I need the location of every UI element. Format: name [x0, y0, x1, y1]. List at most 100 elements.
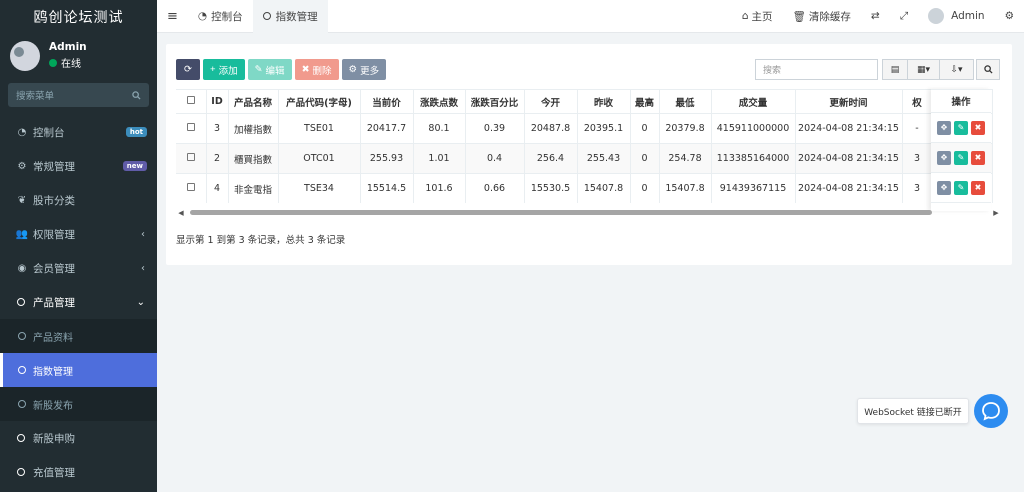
scroll-left-icon[interactable]: ◀	[176, 209, 186, 217]
row-delete-button[interactable]: ✖	[971, 120, 985, 135]
cell: 15407.8	[659, 173, 712, 203]
circle-icon	[17, 298, 25, 306]
clear-cache-button[interactable]: 🗑 清除缓存	[783, 0, 861, 33]
cell: 0	[630, 143, 660, 174]
drag-sort-button[interactable]: ✥	[937, 180, 951, 195]
cell: 3	[206, 113, 229, 144]
drag-sort-button[interactable]: ✥	[937, 150, 951, 165]
fullscreen-button[interactable]: ⤢	[890, 0, 918, 33]
col-header[interactable]: 涨跌百分比	[465, 89, 525, 114]
cell: 4	[206, 173, 229, 203]
settings-button[interactable]: ⚙	[995, 0, 1024, 33]
col-header[interactable]: 成交量	[711, 89, 796, 114]
sidebar-item-members[interactable]: ◉ 会员管理 ‹	[0, 251, 157, 285]
scroll-right-icon[interactable]: ▶	[991, 209, 1001, 217]
sidebar-subitem-index-management[interactable]: 指数管理	[0, 353, 157, 387]
dashboard-icon: ◔	[197, 10, 208, 22]
tab-index-management[interactable]: 指数管理	[252, 0, 328, 33]
table-search-input[interactable]: 搜索	[755, 59, 878, 80]
tab-label: 指数管理	[275, 10, 318, 23]
refresh-icon: ⟳	[184, 64, 192, 75]
toggle-view-button[interactable]: ▤	[882, 59, 908, 80]
sidebar-item-recharge[interactable]: 充值管理	[0, 455, 157, 489]
pagination-info: 显示第 1 到第 3 条记录，总共 3 条记录	[176, 235, 346, 246]
online-dot-icon	[49, 58, 57, 67]
col-header[interactable]: 昨收	[577, 89, 631, 114]
scroll-thumb[interactable]	[190, 210, 932, 215]
menu-toggle-button[interactable]: ≡	[157, 0, 188, 33]
col-header[interactable]: 今开	[524, 89, 578, 114]
delete-button[interactable]: ✖ 删除	[294, 59, 339, 80]
websocket-status: WebSocket 链接已断开	[857, 398, 969, 424]
sidebar-subitem-ipo-release[interactable]: 新股发布	[0, 387, 157, 421]
drag-sort-button[interactable]: ✥	[937, 120, 951, 135]
cell: 113385164000	[711, 143, 796, 174]
table-row[interactable]: 3 加權指數 TSE01 20417.7 80.1 0.39 20487.8 2…	[176, 113, 993, 144]
horizontal-scrollbar[interactable]: ◀ ▶	[176, 208, 1001, 217]
row-checkbox[interactable]	[176, 173, 207, 203]
trash-icon: ✖	[974, 183, 982, 192]
col-header[interactable]: 产品名称	[228, 89, 279, 114]
col-header[interactable]: 最高	[630, 89, 660, 114]
products-submenu: 产品资料 指数管理 新股发布	[0, 319, 157, 421]
trash-icon: ✖	[974, 123, 982, 132]
col-header[interactable]: 更新时间	[795, 89, 903, 114]
language-button[interactable]: ⇄	[861, 0, 890, 33]
row-checkbox[interactable]	[176, 113, 207, 144]
sidebar-item-dashboard[interactable]: ◔ 控制台 hot	[0, 115, 157, 149]
table-row[interactable]: 4 非金電指 TSE34 15514.5 101.6 0.66 15530.5 …	[176, 173, 993, 203]
trash-icon: 🗑	[792, 10, 806, 23]
home-link[interactable]: ⌂ 主页	[732, 0, 783, 33]
row-edit-button[interactable]: ✎	[954, 150, 968, 165]
columns-button[interactable]: ▦▾	[908, 59, 940, 80]
cell: 0	[630, 173, 660, 203]
sidebar-item-general[interactable]: ⚙ 常规管理 new	[0, 149, 157, 183]
row-delete-button[interactable]: ✖	[971, 150, 985, 165]
row-edit-button[interactable]: ✎	[954, 120, 968, 135]
add-button[interactable]: + 添加	[203, 59, 245, 80]
refresh-button[interactable]: ⟳	[176, 59, 200, 80]
user-menu[interactable]: Admin	[918, 0, 994, 33]
sidebar-item-permissions[interactable]: 👥 权限管理 ‹	[0, 217, 157, 251]
select-all-checkbox[interactable]	[176, 89, 207, 114]
chat-button[interactable]	[974, 394, 1008, 428]
sidebar-item-ipo-subscribe[interactable]: 新股申购	[0, 421, 157, 455]
cell: 3	[902, 143, 933, 174]
sidebar-item-stock-category[interactable]: ❦ 股市分类	[0, 183, 157, 217]
chevron-down-icon: ⌄	[136, 296, 145, 308]
col-header[interactable]: 当前价	[360, 89, 414, 114]
scroll-track[interactable]	[186, 210, 991, 215]
circle-icon	[17, 468, 25, 476]
row-delete-button[interactable]: ✖	[971, 180, 985, 195]
sidebar-item-label: 常规管理	[33, 160, 75, 173]
sidebar-subitem-product-info[interactable]: 产品资料	[0, 319, 157, 353]
export-button[interactable]: ⇩▾	[940, 59, 974, 80]
cell: 0.4	[465, 143, 525, 174]
more-button[interactable]: ⚙ 更多	[341, 59, 387, 80]
expand-icon: ⤢	[899, 9, 909, 22]
trash-icon: ✖	[974, 153, 982, 162]
advanced-search-button[interactable]	[976, 59, 1000, 80]
tab-dashboard[interactable]: ◔ 控制台	[188, 0, 253, 33]
menu-search-input[interactable]: 搜索菜单	[8, 83, 149, 107]
row-checkbox[interactable]	[176, 143, 207, 174]
col-header[interactable]: 涨跌点数	[413, 89, 466, 114]
brand-title[interactable]: 鸥创论坛测试	[0, 0, 157, 33]
col-header[interactable]: 权	[902, 89, 933, 114]
grid-icon: ▦▾	[916, 64, 931, 75]
checkbox-icon	[186, 153, 195, 161]
circle-icon	[18, 332, 26, 340]
col-header[interactable]: 产品代码(字母)	[278, 89, 361, 114]
cell: 91439367115	[711, 173, 796, 203]
edit-button[interactable]: ✎ 编辑	[247, 59, 292, 80]
hamburger-icon: ≡	[167, 8, 178, 24]
home-icon: ⌂	[741, 10, 749, 22]
sidebar-item-products[interactable]: 产品管理 ⌄	[0, 285, 157, 319]
cell: 0	[630, 113, 660, 144]
col-header[interactable]: 最低	[659, 89, 712, 114]
table-row[interactable]: 2 櫃買指數 OTC01 255.93 1.01 0.4 256.4 255.4…	[176, 143, 993, 174]
row-edit-button[interactable]: ✎	[954, 180, 968, 195]
cell: 15514.5	[360, 173, 414, 203]
col-header[interactable]: ID	[206, 89, 229, 114]
cell: 20417.7	[360, 113, 414, 144]
